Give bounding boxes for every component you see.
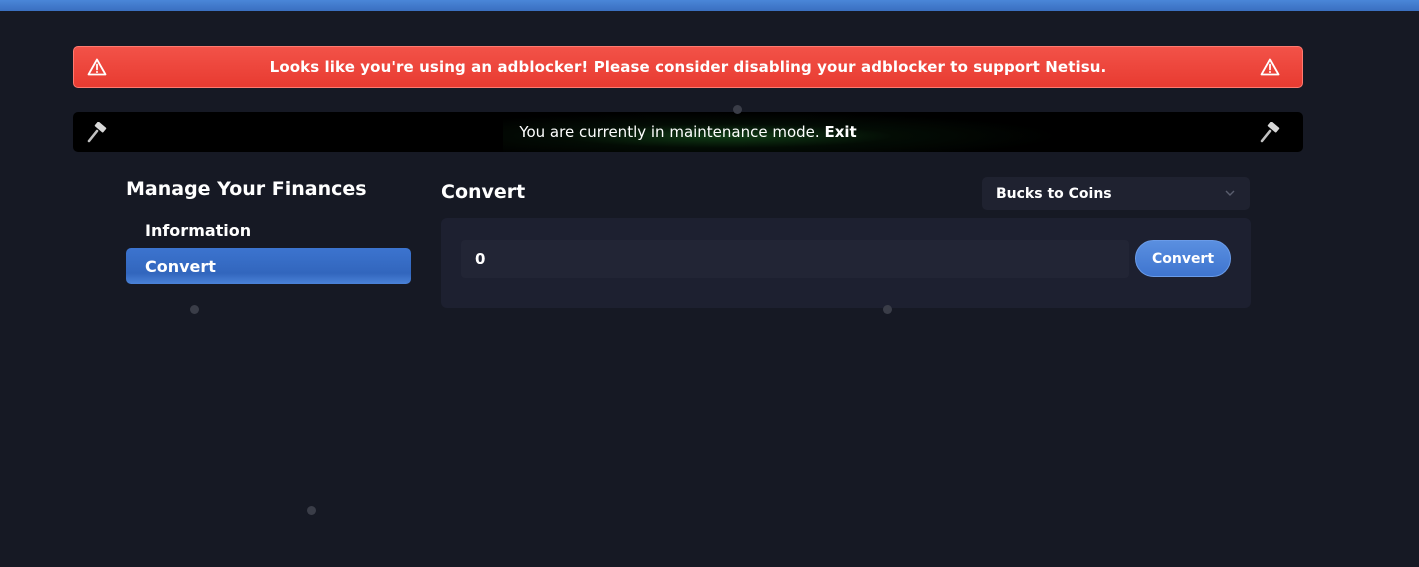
- amount-input[interactable]: [461, 240, 1129, 278]
- page-title: Convert: [441, 181, 526, 203]
- decor-dot: [190, 305, 199, 314]
- chevron-down-icon: [1225, 190, 1235, 196]
- sidebar-item-label: Information: [145, 220, 252, 240]
- decor-dot: [733, 105, 742, 114]
- hammer-icon: [1260, 122, 1280, 143]
- maintenance-banner: You are currently in maintenance mode. E…: [73, 112, 1303, 152]
- alert-message: Looks like you're using an adblocker! Pl…: [269, 58, 1107, 76]
- convert-button[interactable]: Convert: [1135, 240, 1231, 277]
- warning-icon: [1260, 58, 1280, 76]
- select-value: Bucks to Coins: [996, 185, 1112, 202]
- exit-link[interactable]: Exit: [824, 123, 856, 141]
- sidebar-item-label: Convert: [145, 256, 216, 276]
- top-accent-bar: [0, 0, 1419, 11]
- decor-dot: [883, 305, 892, 314]
- sidebar-item-convert[interactable]: Convert: [126, 248, 411, 284]
- convert-panel: Convert: [441, 218, 1251, 308]
- maintenance-message: You are currently in maintenance mode. E…: [519, 123, 856, 141]
- hammer-icon: [87, 122, 107, 143]
- decor-dot: [307, 506, 316, 515]
- adblocker-alert: Looks like you're using an adblocker! Pl…: [73, 46, 1303, 88]
- warning-icon: [87, 58, 107, 76]
- conversion-type-select[interactable]: Bucks to Coins: [982, 177, 1250, 210]
- sidebar-item-information[interactable]: Information: [126, 212, 411, 248]
- maintenance-text: You are currently in maintenance mode.: [519, 123, 820, 141]
- sidebar-title: Manage Your Finances: [126, 178, 367, 200]
